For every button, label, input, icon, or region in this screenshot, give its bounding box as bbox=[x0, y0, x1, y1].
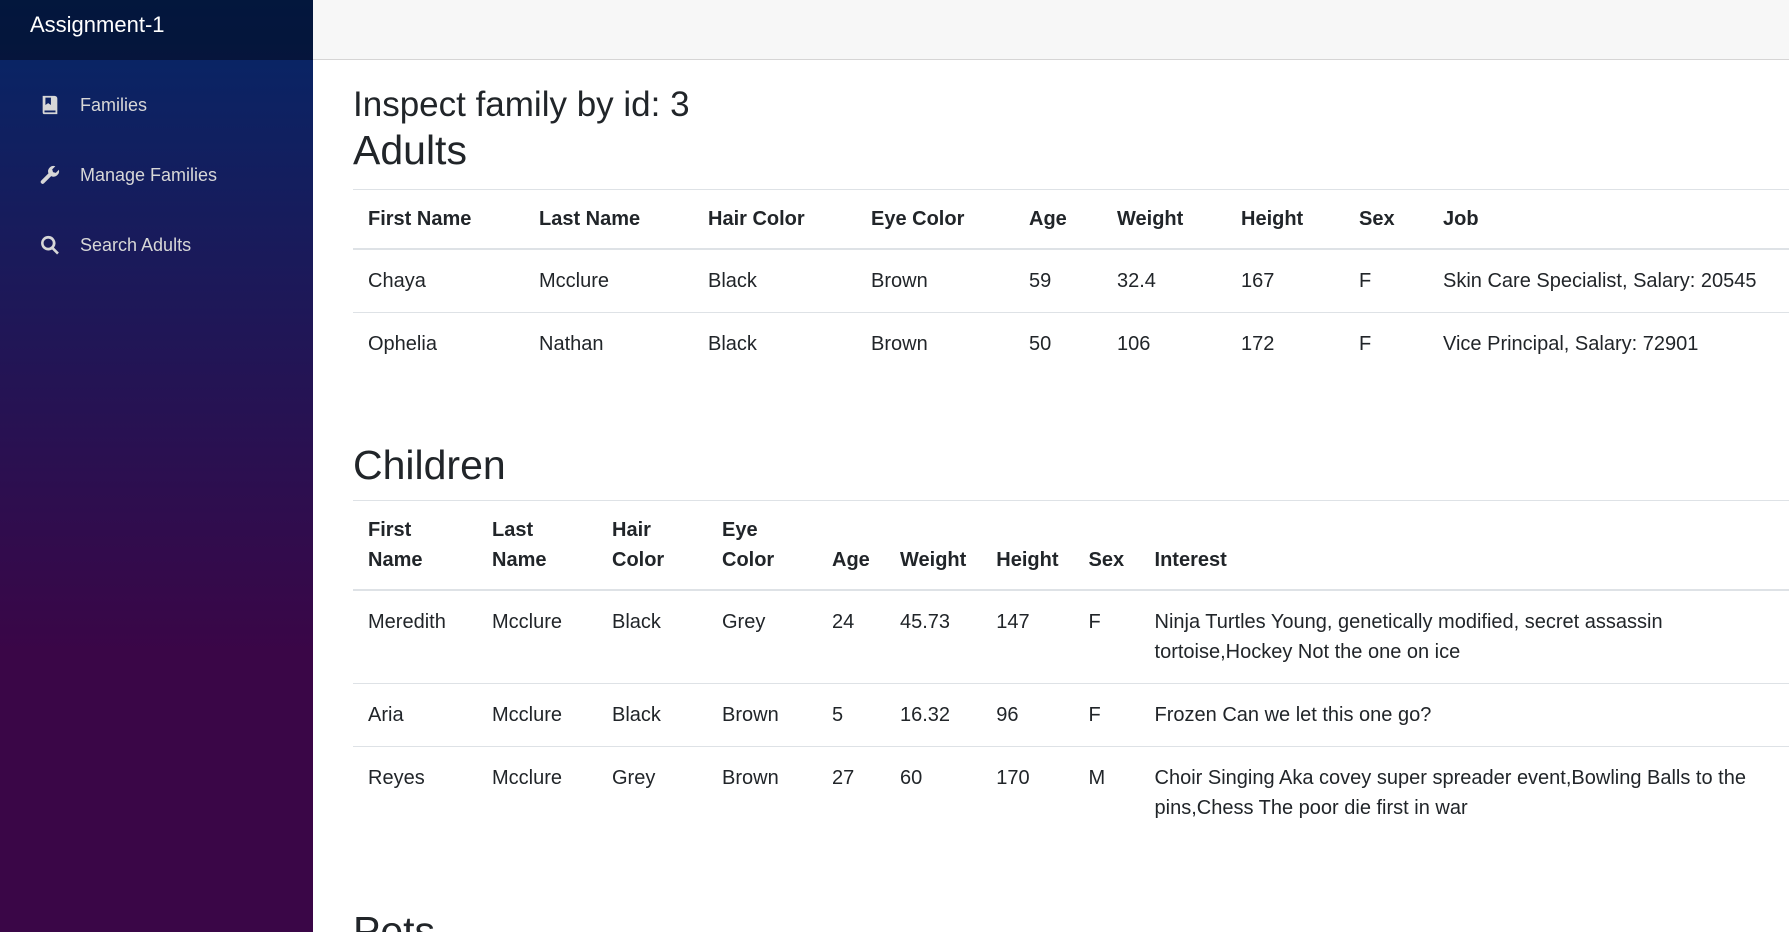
column-header: Job bbox=[1428, 189, 1789, 251]
app-title[interactable]: Assignment-1 bbox=[30, 12, 165, 38]
cell-weight: 106 bbox=[1102, 312, 1226, 376]
cell-sex: M bbox=[1073, 746, 1140, 840]
cell-sex: F bbox=[1344, 312, 1428, 376]
column-header: First Name bbox=[353, 189, 524, 251]
cell-first-name: Reyes bbox=[353, 746, 477, 840]
cell-interest: Frozen Can we let this one go? bbox=[1139, 683, 1789, 747]
children-table: First Name Last Name Hair Color Eye Colo… bbox=[353, 500, 1789, 840]
cell-eye-color: Grey bbox=[707, 589, 817, 684]
sidebar-item-manage-families[interactable]: Manage Families bbox=[0, 140, 313, 210]
column-header: Eye Color bbox=[856, 189, 1014, 251]
sidebar-nav: Families Manage Families Search Adults bbox=[0, 70, 313, 280]
sidebar-item-label: Families bbox=[80, 94, 148, 115]
children-heading: Children bbox=[353, 442, 506, 489]
cell-height: 167 bbox=[1226, 248, 1344, 313]
cell-hair-color: Black bbox=[693, 312, 856, 376]
table-header-row: First Name Last Name Hair Color Eye Colo… bbox=[353, 189, 1789, 251]
column-header: Interest bbox=[1139, 500, 1789, 592]
cell-weight: 45.73 bbox=[885, 589, 982, 684]
table-header-row: First Name Last Name Hair Color Eye Colo… bbox=[353, 500, 1789, 592]
column-header: Last Name bbox=[524, 189, 693, 251]
column-header: Weight bbox=[1102, 189, 1226, 251]
brand-bar: Assignment-1 bbox=[0, 0, 313, 60]
adults-heading: Adults bbox=[353, 127, 467, 173]
page-title: Inspect family by id: 3 bbox=[353, 85, 690, 124]
cell-age: 24 bbox=[817, 589, 885, 684]
cell-last-name: Mcclure bbox=[524, 248, 693, 313]
sidebar-item-search-adults[interactable]: Search Adults bbox=[0, 210, 313, 280]
table-row: Chaya Mcclure Black Brown 59 32.4 167 F … bbox=[353, 248, 1789, 313]
cell-eye-color: Brown bbox=[856, 312, 1014, 376]
cell-interest: Choir Singing Aka covey super spreader e… bbox=[1139, 746, 1789, 840]
cell-last-name: Mcclure bbox=[477, 683, 597, 747]
cell-job: Skin Care Specialist, Salary: 20545 bbox=[1428, 248, 1789, 313]
column-header: Last Name bbox=[477, 500, 597, 592]
column-header: Age bbox=[817, 500, 885, 592]
search-icon bbox=[38, 233, 62, 257]
cell-age: 59 bbox=[1014, 248, 1102, 313]
cell-hair-color: Grey bbox=[597, 746, 707, 840]
column-header: Hair Color bbox=[597, 500, 707, 592]
column-header: Height bbox=[1226, 189, 1344, 251]
table-row: Meredith Mcclure Black Grey 24 45.73 147… bbox=[353, 589, 1789, 684]
top-bar bbox=[313, 0, 1789, 60]
column-header: Height bbox=[981, 500, 1074, 592]
cell-hair-color: Black bbox=[693, 248, 856, 313]
cell-last-name: Nathan bbox=[524, 312, 693, 376]
table-row: Ophelia Nathan Black Brown 50 106 172 F … bbox=[353, 312, 1789, 376]
column-header: Age bbox=[1014, 189, 1102, 251]
adults-table: First Name Last Name Hair Color Eye Colo… bbox=[353, 189, 1789, 376]
sidebar-item-label: Manage Families bbox=[80, 164, 218, 185]
cell-sex: F bbox=[1073, 683, 1140, 747]
cell-first-name: Meredith bbox=[353, 589, 477, 684]
sidebar-item-families[interactable]: Families bbox=[0, 70, 313, 140]
cell-sex: F bbox=[1073, 589, 1140, 684]
cell-first-name: Chaya bbox=[353, 248, 524, 313]
cell-eye-color: Brown bbox=[707, 746, 817, 840]
cell-age: 27 bbox=[817, 746, 885, 840]
sidebar-item-label: Search Adults bbox=[80, 234, 192, 255]
column-header: Sex bbox=[1344, 189, 1428, 251]
children-section: Children First Name Last Name Hair Color… bbox=[353, 441, 1789, 840]
main-content: Inspect family by id: 3 Adults First Nam… bbox=[353, 60, 1789, 932]
cell-last-name: Mcclure bbox=[477, 589, 597, 684]
cell-last-name: Mcclure bbox=[477, 746, 597, 840]
pets-section: Pets bbox=[353, 907, 1789, 932]
table-row: Reyes Mcclure Grey Brown 27 60 170 M Cho… bbox=[353, 746, 1789, 840]
cell-eye-color: Brown bbox=[707, 683, 817, 747]
cell-interest: Ninja Turtles Young, genetically modifie… bbox=[1139, 589, 1789, 684]
cell-job: Vice Principal, Salary: 72901 bbox=[1428, 312, 1789, 376]
cell-age: 50 bbox=[1014, 312, 1102, 376]
pets-heading: Pets bbox=[353, 908, 436, 932]
book-icon bbox=[38, 93, 62, 117]
cell-height: 147 bbox=[981, 589, 1074, 684]
cell-age: 5 bbox=[817, 683, 885, 747]
cell-hair-color: Black bbox=[597, 683, 707, 747]
cell-first-name: Ophelia bbox=[353, 312, 524, 376]
column-header: Weight bbox=[885, 500, 982, 592]
cell-height: 96 bbox=[981, 683, 1074, 747]
cell-height: 172 bbox=[1226, 312, 1344, 376]
cell-sex: F bbox=[1344, 248, 1428, 313]
cell-weight: 32.4 bbox=[1102, 248, 1226, 313]
cell-weight: 16.32 bbox=[885, 683, 982, 747]
column-header: Hair Color bbox=[693, 189, 856, 251]
column-header: Sex bbox=[1073, 500, 1140, 592]
cell-hair-color: Black bbox=[597, 589, 707, 684]
column-header: Eye Color bbox=[707, 500, 817, 592]
cell-weight: 60 bbox=[885, 746, 982, 840]
cell-eye-color: Brown bbox=[856, 248, 1014, 313]
cell-first-name: Aria bbox=[353, 683, 477, 747]
sidebar: Assignment-1 Families Manage Families Se… bbox=[0, 0, 313, 932]
table-row: Aria Mcclure Black Brown 5 16.32 96 F Fr… bbox=[353, 683, 1789, 747]
cell-height: 170 bbox=[981, 746, 1074, 840]
wrench-icon bbox=[38, 163, 62, 187]
column-header: First Name bbox=[353, 500, 477, 592]
